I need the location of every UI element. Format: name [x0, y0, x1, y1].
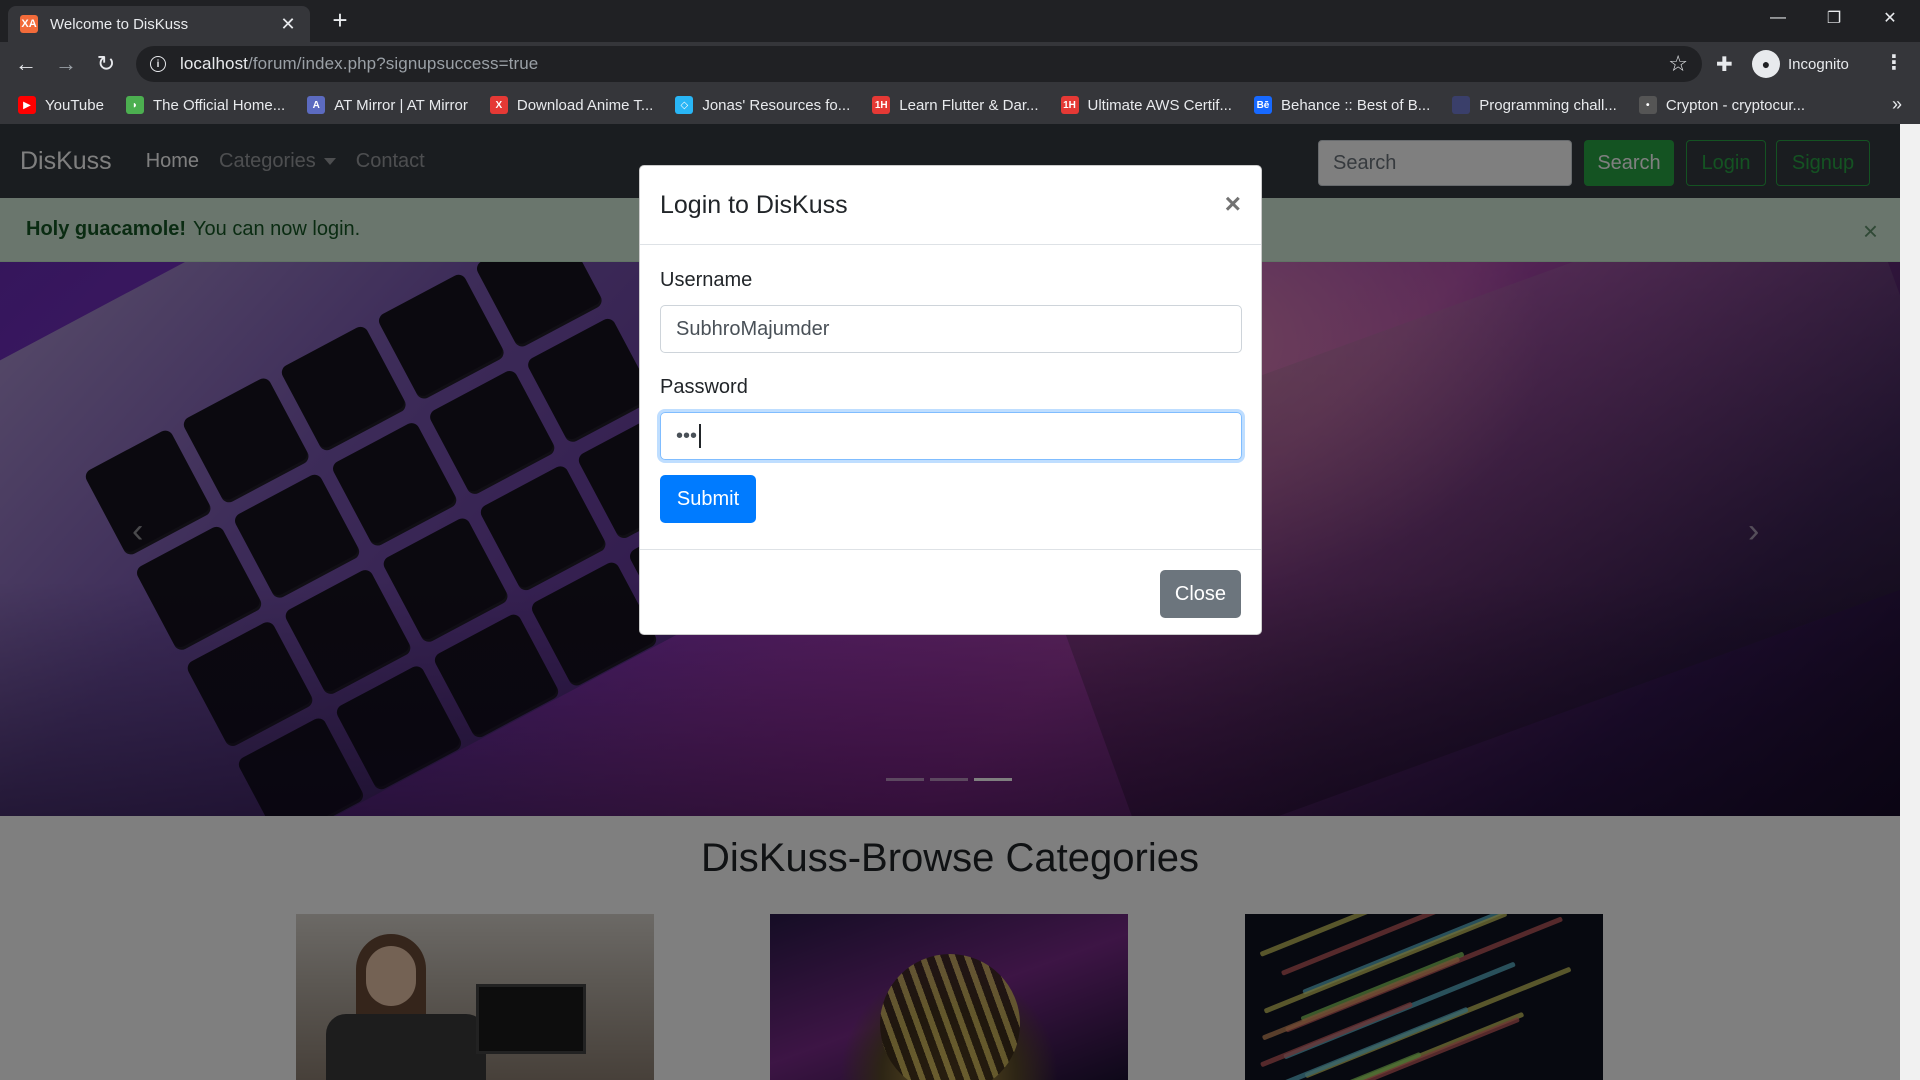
- youtube-icon: ▶: [18, 96, 36, 114]
- bookmark-star-icon[interactable]: ☆: [1668, 52, 1688, 76]
- incognito-profile-button[interactable]: ● Incognito: [1752, 47, 1849, 81]
- submit-button[interactable]: Submit: [660, 475, 756, 523]
- reload-icon[interactable]: ↻: [90, 48, 122, 80]
- browser-tab-strip: XA Welcome to DisKuss ✕ + — ❐ ✕: [0, 0, 1920, 42]
- extensions-puzzle-icon[interactable]: ✚: [1716, 52, 1733, 77]
- at-mirror-icon: A: [307, 96, 326, 114]
- bookmark-label: Jonas' Resources fo...: [702, 96, 851, 114]
- modal-title: Login to DisKuss: [660, 190, 848, 219]
- behance-icon: Bē: [1253, 96, 1272, 114]
- bookmark-item[interactable]: X Download Anime T...: [489, 96, 654, 114]
- forward-arrow-icon[interactable]: →: [50, 48, 82, 80]
- bookmark-label: AT Mirror | AT Mirror: [334, 96, 468, 114]
- bookmark-item[interactable]: • Crypton - cryptocur...: [1638, 96, 1806, 114]
- password-value: •••: [676, 424, 698, 447]
- username-value: SubhroMajumder: [676, 317, 830, 340]
- tab-title: Welcome to DisKuss: [50, 15, 189, 33]
- minimize-icon[interactable]: —: [1750, 0, 1806, 36]
- browser-toolbar: ← → ↻ i localhost/forum/index.php?signup…: [0, 42, 1920, 86]
- text-cursor: [699, 424, 701, 448]
- modal-footer: Close: [640, 550, 1261, 634]
- tab-close-icon[interactable]: ✕: [278, 14, 298, 35]
- modal-header: Login to DisKuss ×: [640, 166, 1261, 245]
- back-arrow-icon[interactable]: ←: [10, 48, 42, 80]
- site-info-icon[interactable]: i: [150, 56, 166, 72]
- bookmark-label: Programming chall...: [1479, 96, 1617, 114]
- address-bar[interactable]: i localhost/forum/index.php?signupsucces…: [136, 46, 1702, 82]
- bookmarks-bar: ▶ YouTube ◗ The Official Home... A AT Mirror …: [0, 86, 1920, 124]
- x-logo-icon: X: [489, 96, 508, 114]
- url-text: localhost/forum/index.php?signupsuccess=…: [180, 54, 539, 73]
- browser-tab[interactable]: XA Welcome to DisKuss ✕: [8, 6, 310, 42]
- oneh-icon: 1H: [872, 96, 891, 114]
- browser-menu-icon[interactable]: ⋮: [1884, 50, 1904, 75]
- bookmark-label: YouTube: [45, 96, 104, 114]
- xampp-favicon-icon: XA: [20, 15, 38, 33]
- username-field[interactable]: SubhroMajumder: [660, 305, 1242, 353]
- password-label: Password: [660, 376, 748, 398]
- new-tab-button[interactable]: +: [326, 6, 354, 34]
- bookmark-item[interactable]: Bē Behance :: Best of B...: [1253, 96, 1431, 114]
- restore-icon[interactable]: ❐: [1806, 0, 1862, 36]
- bookmark-label: Ultimate AWS Certif...: [1087, 96, 1232, 114]
- bookmark-item[interactable]: Programming chall...: [1452, 96, 1617, 114]
- modal-close-icon[interactable]: ×: [1225, 188, 1241, 220]
- bookmark-item[interactable]: ◇ Jonas' Resources fo...: [675, 96, 850, 114]
- leaf-icon: ◗: [125, 96, 144, 114]
- diamond-icon: ◇: [675, 96, 694, 114]
- password-field[interactable]: •••: [660, 412, 1242, 460]
- bookmark-label: Download Anime T...: [516, 96, 654, 114]
- bookmark-item[interactable]: A AT Mirror | AT Mirror: [307, 96, 468, 114]
- bookmark-item[interactable]: 1H Ultimate AWS Certif...: [1060, 96, 1232, 114]
- bookmark-label: Behance :: Best of B...: [1280, 96, 1431, 114]
- oneh-icon: 1H: [1060, 96, 1079, 114]
- close-button[interactable]: Close: [1160, 570, 1241, 618]
- page-scrollbar[interactable]: [1900, 124, 1920, 1080]
- crypton-icon: •: [1638, 96, 1657, 114]
- incognito-icon: ●: [1752, 50, 1780, 78]
- bookmark-item[interactable]: 1H Learn Flutter & Dar...: [872, 96, 1039, 114]
- username-label: Username: [660, 269, 753, 291]
- login-modal: Login to DisKuss × Username SubhroMajumd…: [639, 165, 1262, 635]
- bookmark-label: The Official Home...: [152, 96, 286, 114]
- code-challenge-icon: [1452, 96, 1471, 114]
- incognito-label: Incognito: [1788, 55, 1849, 73]
- window-close-icon[interactable]: ✕: [1862, 0, 1918, 36]
- modal-body: Username SubhroMajumder Password ••• Sub…: [640, 245, 1261, 550]
- bookmark-item[interactable]: ◗ The Official Home...: [125, 96, 286, 114]
- bookmark-item[interactable]: ▶ YouTube: [18, 96, 104, 114]
- bookmarks-overflow-icon[interactable]: »: [1892, 94, 1902, 115]
- bookmark-label: Crypton - cryptocur...: [1665, 96, 1806, 114]
- bookmark-label: Learn Flutter & Dar...: [899, 96, 1039, 114]
